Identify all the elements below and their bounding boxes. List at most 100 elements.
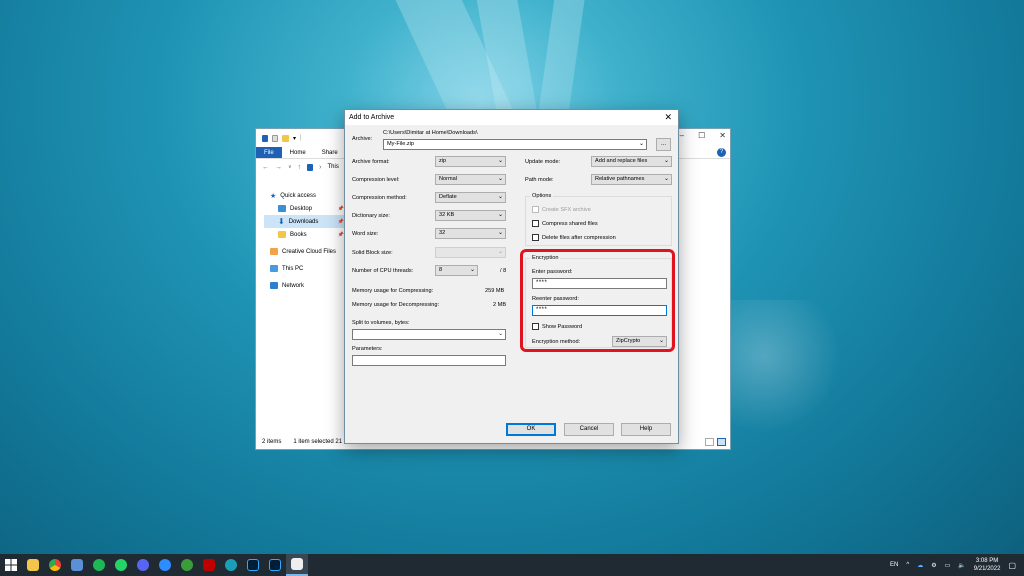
chevron-down-icon: ⌄ <box>497 212 503 218</box>
taskbar-spotify[interactable] <box>88 554 110 576</box>
back-arrow-icon[interactable]: ← <box>262 164 269 171</box>
chevron-down-icon: ⌄ <box>663 158 669 164</box>
update-mode-select[interactable]: Add and replace files ⌄ <box>591 156 672 167</box>
start-button[interactable] <box>0 554 22 576</box>
cpu-threads-label: Number of CPU threads: <box>352 268 414 274</box>
large-icons-view-icon[interactable] <box>717 438 726 446</box>
mem-decompress-value: 2 MB <box>493 302 507 308</box>
clock-time: 3:08 PM <box>975 558 999 564</box>
cancel-button[interactable]: Cancel <box>564 423 614 436</box>
path-mode-select[interactable]: Relative pathnames ⌄ <box>591 174 672 185</box>
taskbar-discord[interactable] <box>132 554 154 576</box>
split-volumes-label: Split to volumes, bytes: <box>352 320 410 326</box>
taskbar-zoom[interactable] <box>154 554 176 576</box>
compression-method-value: Deflate <box>439 194 457 200</box>
archive-format-select[interactable]: zip ⌄ <box>435 156 506 167</box>
properties-icon[interactable] <box>272 134 278 142</box>
onedrive-icon[interactable]: ☁ <box>917 562 923 569</box>
tab-share[interactable]: Share <box>314 147 346 158</box>
archive-format-value: zip <box>439 158 447 164</box>
nav-quick-access[interactable]: ★ Quick access <box>264 189 344 202</box>
forward-arrow-icon[interactable]: → <box>275 164 282 171</box>
taskbar-file-explorer[interactable] <box>22 554 44 576</box>
nav-desktop[interactable]: Desktop 📌 <box>264 202 344 215</box>
word-size-label: Word size: <box>352 231 379 237</box>
app-icon <box>71 559 83 571</box>
nav-network[interactable]: Network <box>264 279 344 292</box>
close-icon[interactable]: ✕ <box>719 131 726 140</box>
nav-item-label: Downloads <box>288 218 319 225</box>
nav-this-pc[interactable]: This PC <box>264 262 344 275</box>
clock[interactable]: 3:08 PM 9/21/2022 <box>974 557 1001 573</box>
compression-method-select[interactable]: Deflate ⌄ <box>435 192 506 203</box>
close-icon[interactable]: ✕ <box>664 112 672 123</box>
taskbar: EN ^ ☁ ⚙ ▭ 🔈 3:08 PM 9/21/2022 ▢ <box>0 554 1024 576</box>
archive-name-combo[interactable]: My-File.zip ⌄ <box>383 139 647 150</box>
help-icon[interactable]: ? <box>717 148 726 157</box>
filezilla-icon <box>203 559 215 571</box>
create-sfx-checkbox[interactable]: Create SFX archive <box>532 206 591 213</box>
details-view-icon[interactable] <box>705 438 714 446</box>
discord-icon <box>137 559 149 571</box>
tab-file[interactable]: File <box>256 147 282 158</box>
word-size-select[interactable]: 32 ⌄ <box>435 228 506 239</box>
minimize-icon[interactable]: – <box>680 131 684 140</box>
volume-icon[interactable]: 🔈 <box>958 562 965 569</box>
nav-creative-cloud[interactable]: Creative Cloud Files <box>264 245 344 258</box>
taskbar-messenger[interactable] <box>176 554 198 576</box>
chevron-down-icon: ⌄ <box>497 158 503 164</box>
battery-icon[interactable]: ▭ <box>945 562 951 569</box>
compression-level-value: Normal <box>439 176 458 182</box>
chevron-up-icon[interactable]: ^ <box>906 562 909 568</box>
nav-downloads[interactable]: ⬇ Downloads 📌 <box>264 215 344 228</box>
address-path[interactable]: This <box>328 164 339 170</box>
chevron-down-icon: ⌄ <box>498 331 503 337</box>
checkbox-label: Compress shared files <box>542 220 598 227</box>
split-volumes-combo[interactable]: ⌄ <box>352 329 506 340</box>
recent-dropdown-icon[interactable]: ∨ <box>288 164 292 170</box>
dictionary-size-select[interactable]: 32 KB ⌄ <box>435 210 506 221</box>
cpu-threads-select[interactable]: 8 ⌄ <box>435 265 478 276</box>
taskbar-whatsapp[interactable] <box>110 554 132 576</box>
new-folder-icon[interactable] <box>282 134 289 142</box>
settings-icon[interactable]: ⚙ <box>931 562 936 569</box>
photoshop-icon <box>269 559 281 571</box>
delete-after-checkbox[interactable]: Delete files after compression <box>532 234 616 241</box>
path-mode-label: Path mode: <box>525 177 554 183</box>
explorer-quick-access-icon[interactable] <box>262 134 268 142</box>
dictionary-size-value: 32 KB <box>439 212 455 218</box>
taskbar-chrome[interactable] <box>44 554 66 576</box>
nav-books[interactable]: Books 📌 <box>264 228 344 241</box>
maximize-icon[interactable]: ☐ <box>698 131 705 140</box>
customize-toolbar-icon[interactable]: ▾ <box>293 135 296 142</box>
language-indicator[interactable]: EN <box>890 562 898 568</box>
taskbar-lightroom[interactable] <box>242 554 264 576</box>
taskbar-filezilla[interactable] <box>198 554 220 576</box>
status-item-count: 2 items <box>262 439 282 445</box>
taskbar-photoshop[interactable] <box>264 554 286 576</box>
parameters-input[interactable] <box>352 355 506 366</box>
compression-level-select[interactable]: Normal ⌄ <box>435 174 506 185</box>
taskbar-app[interactable] <box>66 554 88 576</box>
help-button[interactable]: Help <box>621 423 671 436</box>
navigation-pane: ★ Quick access Desktop 📌 ⬇ Downloads 📌 B… <box>264 189 344 292</box>
compress-shared-checkbox[interactable]: Compress shared files <box>532 220 598 227</box>
update-mode-label: Update mode: <box>525 159 561 165</box>
zoom-icon <box>159 559 171 571</box>
downloads-location-icon <box>307 163 314 171</box>
explorer-status-bar: 2 items 1 item selected 21 KB <box>262 439 352 445</box>
checkbox-box <box>532 220 539 227</box>
download-icon: ⬇ <box>278 217 285 226</box>
chevron-down-icon: ⌄ <box>638 141 644 147</box>
notifications-icon[interactable]: ▢ <box>1008 561 1016 570</box>
solid-block-select[interactable]: ⌄ <box>435 247 506 258</box>
archive-label: Archive: <box>352 136 373 142</box>
windows-logo-icon <box>5 559 17 571</box>
taskbar-7zip[interactable] <box>286 554 308 576</box>
browse-button[interactable]: ... <box>656 138 671 151</box>
tab-home[interactable]: Home <box>282 147 314 158</box>
view-toggle <box>705 438 726 446</box>
up-arrow-icon[interactable]: ↑ <box>298 164 302 171</box>
ok-button[interactable]: OK <box>506 423 556 436</box>
taskbar-browser[interactable] <box>220 554 242 576</box>
